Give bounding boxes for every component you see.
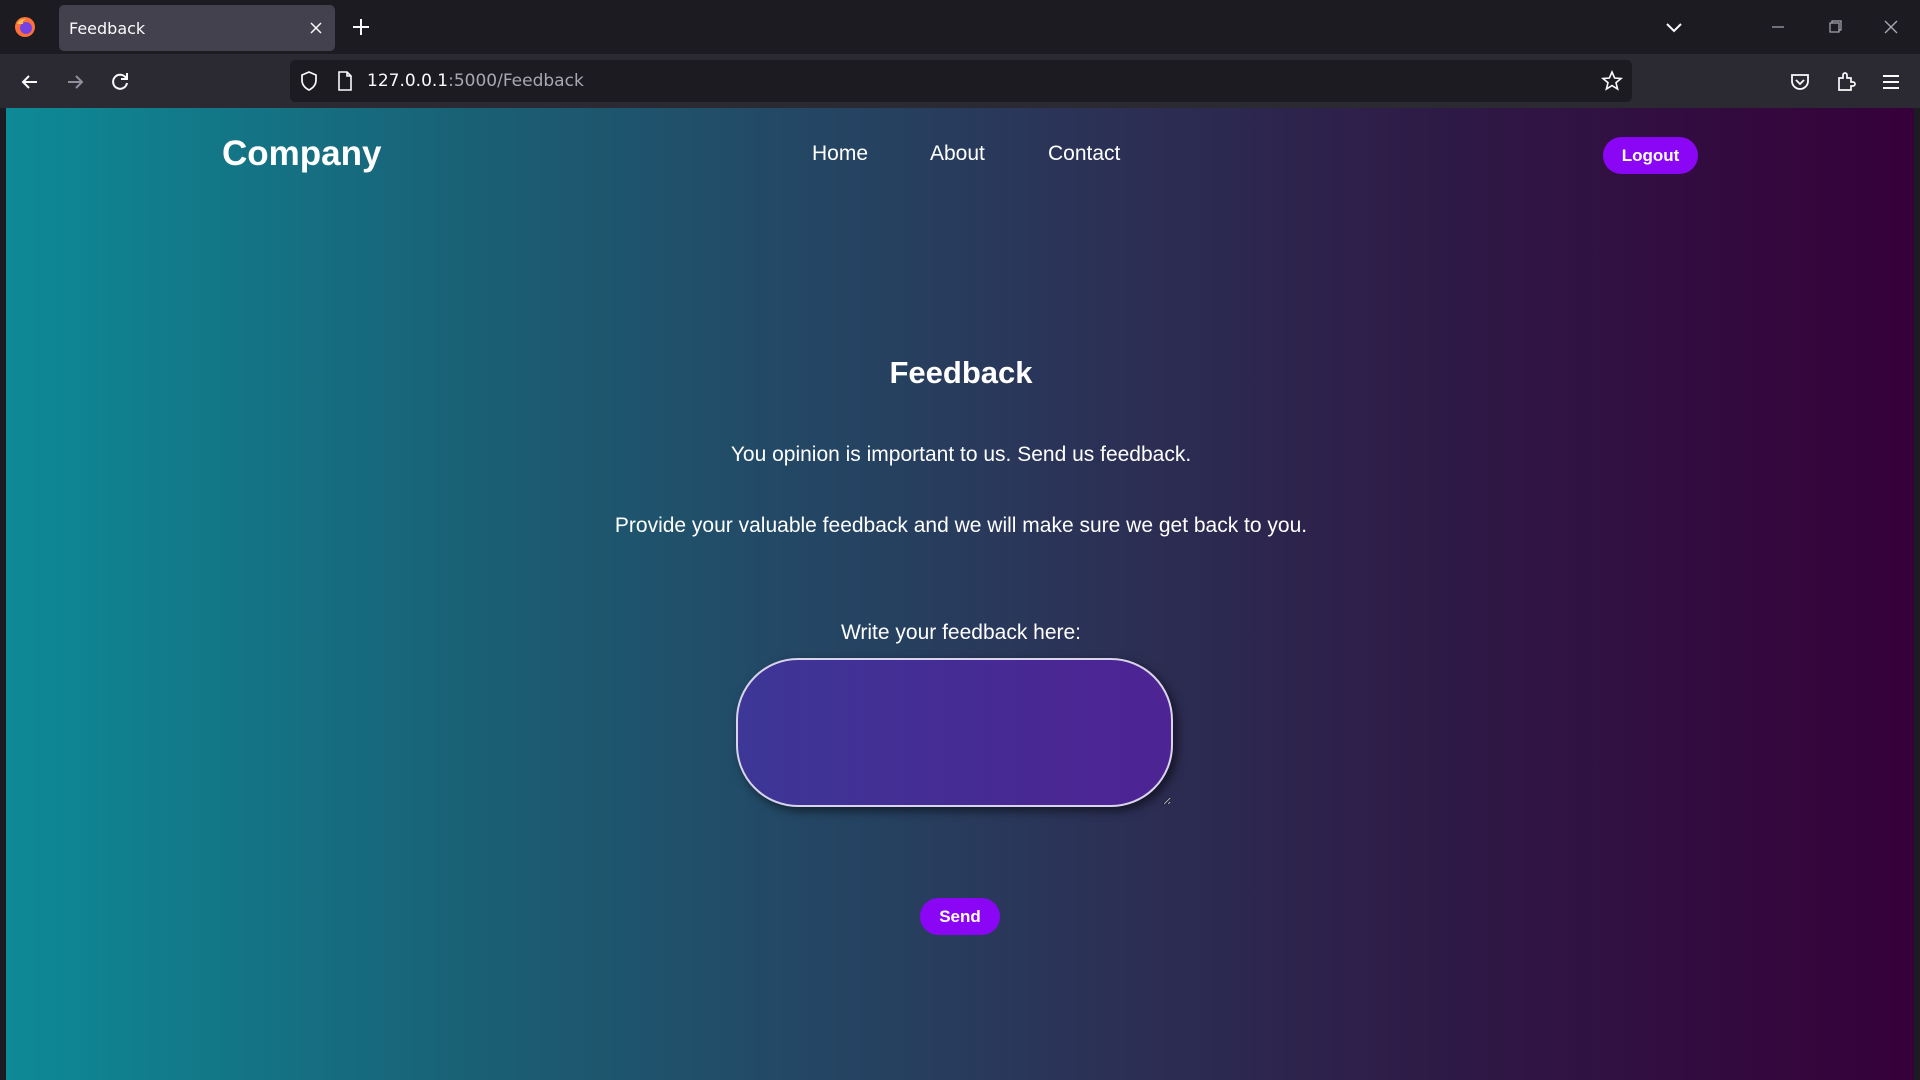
hamburger-menu-icon[interactable] [1878, 69, 1904, 95]
feedback-textarea[interactable] [736, 658, 1173, 807]
address-bar[interactable]: 127.0.0.1:5000/Feedback [290, 60, 1632, 102]
url-host: 127.0.0.1 [367, 71, 449, 91]
send-button[interactable]: Send [920, 898, 1000, 935]
pocket-icon[interactable] [1787, 69, 1813, 95]
page-title: Feedback [889, 355, 1033, 390]
page-icon[interactable] [334, 70, 356, 92]
firefox-logo-icon[interactable] [14, 16, 36, 38]
intro-text: You opinion is important to us. Send us … [730, 443, 1192, 466]
page-viewport: Company Home About Contact Logout Feedba… [6, 108, 1916, 1080]
bookmark-star-icon[interactable] [1600, 69, 1624, 93]
tab-title: Feedback [69, 19, 146, 38]
url-text: 127.0.0.1:5000/Feedback [367, 71, 584, 91]
url-path: :5000/Feedback [448, 71, 584, 91]
back-arrow-icon[interactable] [17, 69, 43, 95]
close-tab-icon[interactable] [305, 17, 327, 39]
logout-button[interactable]: Logout [1603, 137, 1698, 174]
close-window-icon[interactable] [1879, 15, 1903, 39]
tab-feedback[interactable]: Feedback [59, 5, 335, 51]
new-tab-icon[interactable] [349, 15, 373, 39]
nav-link-home[interactable]: Home [812, 142, 868, 166]
browser-toolbar: 127.0.0.1:5000/Feedback [0, 54, 1920, 108]
forward-arrow-icon[interactable] [62, 69, 88, 95]
feedback-label: Write your feedback here: [840, 621, 1082, 644]
brand-logo[interactable]: Company [222, 134, 381, 174]
nav-link-about[interactable]: About [930, 142, 985, 166]
description-text: Provide your valuable feedback and we wi… [614, 514, 1308, 537]
reload-icon[interactable] [107, 69, 133, 95]
chevron-down-icon[interactable] [1662, 15, 1686, 39]
restore-icon[interactable] [1823, 15, 1847, 39]
nav-link-contact[interactable]: Contact [1048, 142, 1120, 166]
browser-tab-bar: Feedback [0, 0, 1920, 54]
extensions-icon[interactable] [1833, 69, 1859, 95]
scrollbar[interactable] [1914, 108, 1920, 1080]
minimize-icon[interactable] [1766, 15, 1790, 39]
shield-icon[interactable] [298, 70, 320, 92]
